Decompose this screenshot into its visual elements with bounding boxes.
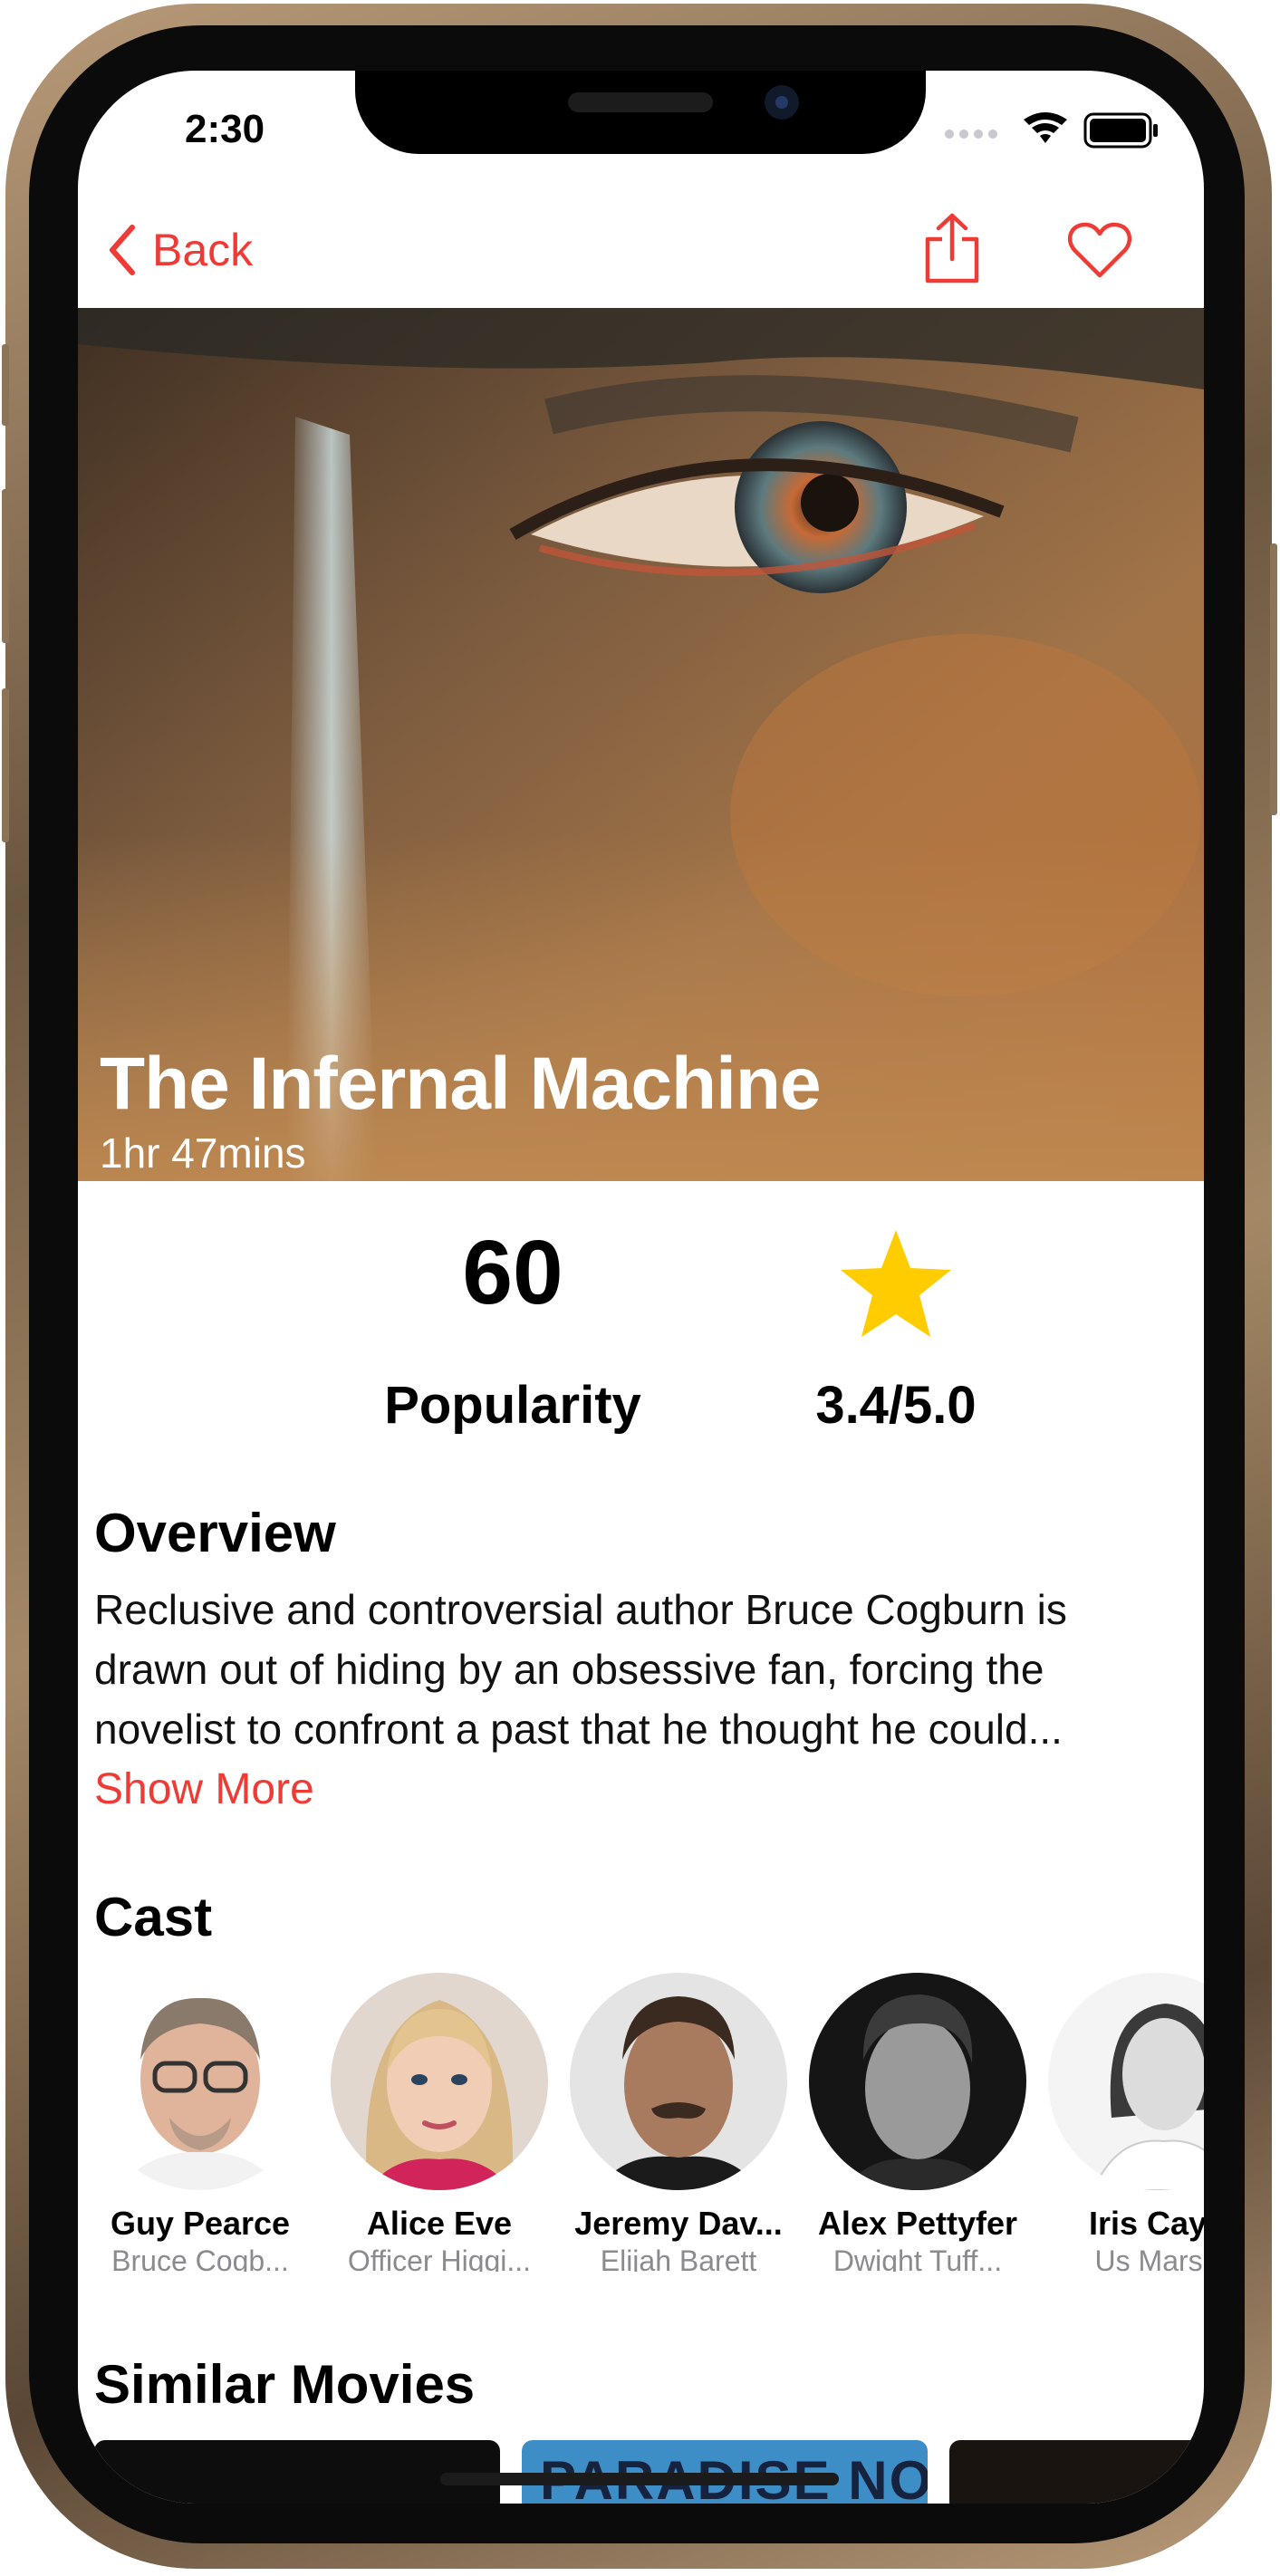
movie-backdrop: The Infernal Machine 1hr 47mins: [78, 308, 1204, 1181]
avatar: [331, 1973, 548, 2190]
avatar: [570, 1973, 787, 2190]
avatar: [1048, 1973, 1204, 2190]
cellular-signal-icon: [945, 130, 997, 139]
similar-movies-list: PARADISE NOW: [78, 2440, 1204, 2504]
status-time: 2:30: [185, 107, 265, 151]
chevron-left-icon: [110, 225, 135, 275]
status-icons: [944, 107, 1170, 158]
wifi-icon: [1024, 112, 1067, 143]
cast-name: Alice Eve: [366, 2205, 513, 2242]
home-indicator[interactable]: [440, 2473, 839, 2485]
volume-button: [2, 688, 9, 842]
overview-line: Reclusive and controversial author Bruce…: [94, 1586, 1067, 1633]
volume-button: [2, 489, 9, 643]
cast-member[interactable]: Jeremy Dav... Elijah Barett: [565, 1973, 792, 2272]
cast-role: Elijah Barett: [600, 2244, 757, 2272]
overview-line: drawn out of hiding by an obsessive fan,…: [94, 1646, 1044, 1693]
stats-section: 60 Popularity 3.4/5.0: [78, 1221, 1204, 1456]
volume-button: [2, 344, 9, 426]
screen: 2:30 Back The Infernal Machine 1hr 47min…: [78, 71, 1204, 2504]
back-button[interactable]: Back: [107, 223, 253, 277]
cast-name: Jeremy Dav...: [574, 2205, 783, 2242]
cast-name: Iris Caya: [1088, 2205, 1204, 2242]
overview-text: Reclusive and controversial author Bruce…: [94, 1580, 1190, 1759]
avatar: [91, 1973, 309, 2190]
cast-member[interactable]: Iris Caya Us Marsh: [1044, 1973, 1204, 2272]
front-camera: [765, 85, 799, 120]
popularity-label: Popularity: [384, 1376, 641, 1435]
back-label: Back: [152, 225, 254, 275]
share-button[interactable]: [920, 212, 984, 284]
cast-member[interactable]: Alex Pettyfer Dwight Tuff...: [804, 1973, 1031, 2272]
heart-icon: [1067, 222, 1132, 278]
movie-title: The Infernal Machine: [100, 1043, 822, 1125]
speaker: [568, 92, 713, 112]
cast-member[interactable]: Alice Eve Officer Higgi...: [326, 1973, 553, 2272]
similar-movie-poster[interactable]: PARADISE NOW: [522, 2440, 928, 2504]
side-button: [1270, 543, 1277, 815]
cast-role: Dwight Tuff...: [832, 2244, 1003, 2272]
favorite-button[interactable]: [1067, 221, 1132, 279]
navigation-bar: Back: [78, 207, 1204, 315]
overview-heading: Overview: [94, 1503, 336, 1563]
avatar: [809, 1973, 1026, 2190]
cast-role: Officer Higgi...: [347, 2244, 532, 2272]
cast-role: Us Marsh: [1094, 2244, 1204, 2272]
rating-value: 3.4/5.0: [815, 1376, 977, 1435]
similar-movie-poster[interactable]: [94, 2440, 500, 2504]
cast-name: Guy Pearce: [110, 2205, 291, 2242]
cast-heading: Cast: [94, 1887, 213, 1947]
cast-member[interactable]: Guy Pearce Bruce Cogb...: [87, 1973, 313, 2272]
similar-movie-poster[interactable]: [949, 2440, 1204, 2504]
similar-movies-heading: Similar Movies: [94, 2354, 476, 2415]
movie-duration: 1hr 47mins: [100, 1129, 306, 1177]
overview-line: novelist to confront a past that he thou…: [94, 1706, 1063, 1753]
star-icon: [841, 1230, 951, 1337]
battery-icon: [1083, 112, 1158, 149]
notch: [355, 71, 926, 154]
cast-role: Bruce Cogb...: [111, 2244, 289, 2272]
share-icon: [925, 213, 979, 284]
show-more-link[interactable]: Show More: [94, 1764, 314, 1814]
cast-list: Guy Pearce Bruce Cogb... Alice Eve Offic…: [78, 1973, 1204, 2272]
cast-name: Alex Pettyfer: [817, 2205, 1018, 2242]
popularity-value: 60: [462, 1222, 563, 1323]
